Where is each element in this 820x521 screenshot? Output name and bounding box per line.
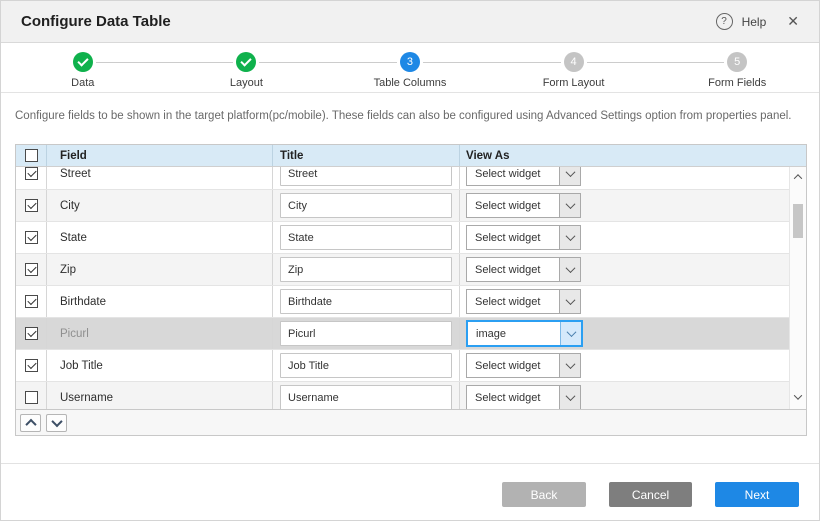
view-as-value: Select widget xyxy=(467,226,559,249)
field-name-label: Picurl xyxy=(60,328,89,340)
step-table-columns[interactable]: 3 Table Columns xyxy=(328,43,492,92)
chevron-down-icon[interactable] xyxy=(559,226,580,249)
view-as-select[interactable]: Select widget xyxy=(466,167,581,186)
move-up-button[interactable] xyxy=(20,414,41,432)
chevron-down-icon[interactable] xyxy=(559,354,580,377)
table-row[interactable]: Picurl image xyxy=(16,318,791,350)
step-number: 3 xyxy=(400,52,420,72)
title-input[interactable] xyxy=(280,225,452,250)
chevron-down-icon[interactable] xyxy=(559,386,580,409)
chevron-down-icon[interactable] xyxy=(560,322,581,345)
chevron-down-icon[interactable] xyxy=(559,167,580,185)
row-checkbox[interactable] xyxy=(25,327,38,340)
view-as-value: Select widget xyxy=(467,386,559,409)
table-body-rows: Street Select widget City Select widget … xyxy=(16,167,791,409)
view-as-select[interactable]: Select widget xyxy=(466,193,581,218)
step-label: Data xyxy=(71,77,94,89)
field-name-label: Job Title xyxy=(60,360,103,372)
view-as-select[interactable]: Select widget xyxy=(466,353,581,378)
column-header-field: Field xyxy=(46,145,272,166)
table-row[interactable]: Birthdate Select widget xyxy=(16,286,791,318)
move-down-button[interactable] xyxy=(46,414,67,432)
view-as-select[interactable]: Select widget xyxy=(466,289,581,314)
table-row[interactable]: City Select widget xyxy=(16,190,791,222)
chevron-down-icon[interactable] xyxy=(559,194,580,217)
scroll-down-icon[interactable] xyxy=(795,387,801,407)
table-row[interactable]: State Select widget xyxy=(16,222,791,254)
step-label: Form Layout xyxy=(543,77,605,89)
table-row[interactable]: Job Title Select widget xyxy=(16,350,791,382)
step-data[interactable]: Data xyxy=(1,43,165,92)
table-row[interactable]: Username Select widget xyxy=(16,382,791,409)
view-as-value: Select widget xyxy=(467,258,559,281)
step-label: Table Columns xyxy=(374,77,447,89)
footer-divider xyxy=(1,463,819,464)
select-all-checkbox[interactable] xyxy=(25,149,38,162)
chevron-down-icon[interactable] xyxy=(559,290,580,313)
column-header-view-as: View As xyxy=(459,145,806,166)
title-input[interactable] xyxy=(280,385,452,409)
view-as-value: image xyxy=(468,322,560,345)
step-form-layout[interactable]: 4 Form Layout xyxy=(492,43,656,92)
row-checkbox[interactable] xyxy=(25,391,38,404)
row-checkbox[interactable] xyxy=(25,359,38,372)
table-row[interactable]: Zip Select widget xyxy=(16,254,791,286)
cancel-button[interactable]: Cancel xyxy=(609,482,692,507)
title-input[interactable] xyxy=(280,257,452,282)
row-checkbox[interactable] xyxy=(25,167,38,180)
column-header-title: Title xyxy=(272,145,459,166)
page-title: Configure Data Table xyxy=(21,13,716,30)
table-header-row: Field Title View As xyxy=(16,145,806,167)
dialog-title-bar: Configure Data Table ? Help ✕ xyxy=(1,1,819,43)
check-icon xyxy=(236,52,256,72)
title-input[interactable] xyxy=(280,321,452,346)
help-icon[interactable]: ? xyxy=(716,13,733,30)
row-checkbox[interactable] xyxy=(25,263,38,276)
table-footer xyxy=(16,409,806,435)
row-checkbox[interactable] xyxy=(25,199,38,212)
title-input[interactable] xyxy=(280,289,452,314)
fields-table: Field Title View As Street Select widget… xyxy=(15,144,807,436)
vertical-scrollbar[interactable] xyxy=(789,167,806,409)
wizard-stepper: Data Layout 3 Table Columns 4 Form Layou… xyxy=(1,43,819,93)
field-name-label: Zip xyxy=(60,264,76,276)
field-name-label: Birthdate xyxy=(60,296,106,308)
view-as-select[interactable]: Select widget xyxy=(466,385,581,409)
scrollbar-thumb[interactable] xyxy=(793,204,803,238)
view-as-value: Select widget xyxy=(467,290,559,313)
step-layout[interactable]: Layout xyxy=(165,43,329,92)
view-as-value: Select widget xyxy=(467,354,559,377)
chevron-down-icon[interactable] xyxy=(559,258,580,281)
close-icon[interactable]: ✕ xyxy=(787,13,799,30)
description-text: Configure fields to be shown in the targ… xyxy=(15,109,805,123)
title-input[interactable] xyxy=(280,193,452,218)
field-name-label: City xyxy=(60,200,80,212)
field-name-label: Street xyxy=(60,168,91,180)
next-button[interactable]: Next xyxy=(715,482,799,507)
check-icon xyxy=(73,52,93,72)
dialog-actions: Back Cancel Next xyxy=(1,482,819,507)
row-checkbox[interactable] xyxy=(25,231,38,244)
row-checkbox[interactable] xyxy=(25,295,38,308)
view-as-select[interactable]: image xyxy=(466,320,583,347)
configure-data-table-dialog: Configure Data Table ? Help ✕ Data Layou… xyxy=(0,0,820,521)
step-number: 5 xyxy=(727,52,747,72)
title-input[interactable] xyxy=(280,353,452,378)
view-as-select[interactable]: Select widget xyxy=(466,257,581,282)
view-as-value: Select widget xyxy=(467,194,559,217)
step-label: Layout xyxy=(230,77,263,89)
field-name-label: Username xyxy=(60,392,113,404)
title-input[interactable] xyxy=(280,167,452,186)
table-body: Street Select widget City Select widget … xyxy=(16,167,806,409)
table-row[interactable]: Street Select widget xyxy=(16,167,791,190)
step-label: Form Fields xyxy=(708,77,766,89)
scroll-up-icon[interactable] xyxy=(795,167,801,187)
help-link[interactable]: Help xyxy=(742,15,767,29)
field-name-label: State xyxy=(60,232,87,244)
back-button[interactable]: Back xyxy=(502,482,586,507)
step-number: 4 xyxy=(564,52,584,72)
step-form-fields[interactable]: 5 Form Fields xyxy=(655,43,819,92)
view-as-value: Select widget xyxy=(467,167,559,185)
view-as-select[interactable]: Select widget xyxy=(466,225,581,250)
